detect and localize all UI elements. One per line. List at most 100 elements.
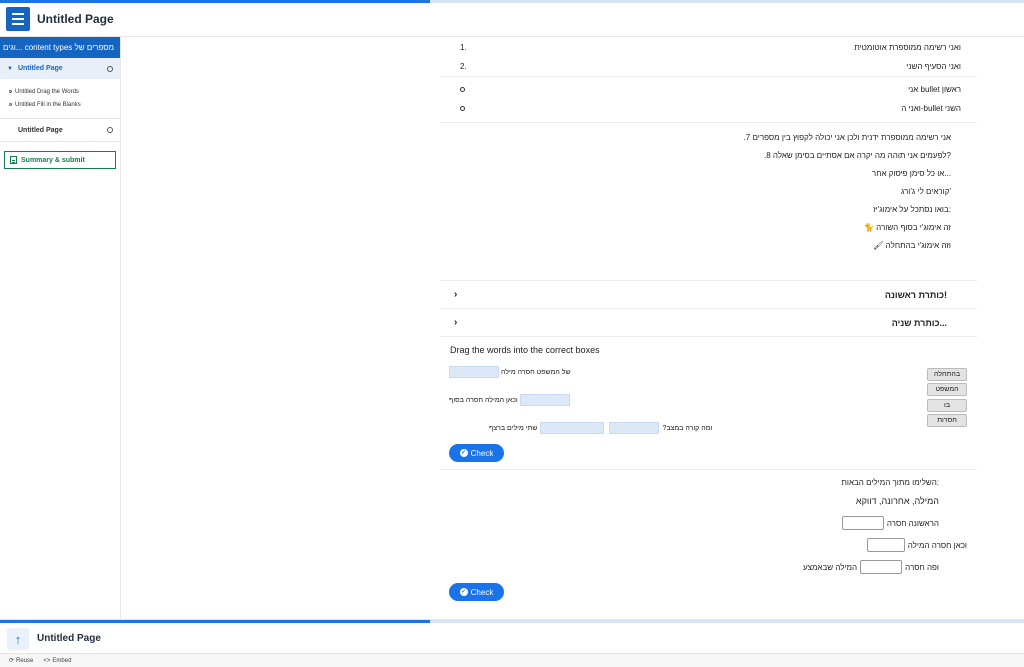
chevron-left-icon: ‹ [454,317,458,328]
blank-input[interactable] [866,538,905,552]
sidebar-item-page-1[interactable]: ▼ Untitled Page [0,58,120,79]
sidebar-subitem-label: Untitled Drag the Words [15,88,79,95]
embed-label: Embed [52,657,72,664]
arrow-up-icon: ↑ [14,631,22,647]
sentence-text: הראשונה חסרה [886,518,939,528]
text-line: אני רשימה ממוספרת ידנית ולכן אני יכולה ל… [743,133,951,142]
cat-emoji-icon: 🐈 [863,223,874,232]
reuse-label: Reuse [16,657,34,664]
sentence-text: המילה שבאמצע [802,562,858,572]
sidebar-subitems: Untitled Drag the Words Untitled Fill in… [0,79,120,111]
check-button[interactable]: ✓ Check [449,583,504,601]
summary-label: Summary & submit [21,156,85,164]
text-line: ?לפעמים אני תוהה מה יקרה אם אסתיים בסימן… [764,151,951,160]
top-progress-fill [0,0,431,3]
sidebar: מספרים של content types ...וגים ▼ Untitle… [0,37,121,619]
status-circle-icon [107,127,113,133]
sentence-text: וכאן המילה חסרה בסוף [449,396,518,404]
dot-icon [9,103,12,106]
list-item-number: 2. [460,62,467,71]
check-label: Check [470,587,494,597]
reuse-link[interactable]: ⟳ Reuse [9,657,34,665]
text-line-label: וזה אימוג'י בהתחלה [885,241,951,250]
fib-instruction: :השלימו מתוך המילים הבאות [841,478,939,487]
drop-zone[interactable] [539,422,604,434]
summary-submit-button[interactable]: Summary & submit [4,151,116,169]
text-line-label: זה אימוג'י בסוף השורה [876,223,951,232]
accordion-title: ...כותרת שניה [891,317,947,328]
bullet-ring-icon [460,106,465,111]
draggable-word[interactable]: בהתחלה [927,368,967,381]
sentence-text: ופה חסרה [905,562,939,572]
main-content: ואני רשימה ממוספרת אוטומטית 1. ואני הסעי… [121,37,1024,619]
bottom-bar: ↑ Untitled Page [0,619,1024,653]
sentence-text: שתי מילים ברצף [489,424,538,432]
sidebar-header: מספרים של content types ...וגים [0,37,120,58]
bottom-progress-fill [0,620,431,623]
scroll-up-button[interactable]: ↑ [7,628,29,650]
text-line: 'קוראים לי ג'ורג [901,187,951,196]
sidebar-subitem-fill-blanks[interactable]: Untitled Fill in the Blanks [9,98,112,111]
list-item-number: 1. [460,43,467,52]
status-circle-icon [107,65,113,72]
dnd-sentence-2: וכאן המילה חסרה בסוף [449,394,570,406]
check-icon: ✓ [459,449,468,457]
check-label: Check [470,448,494,458]
fib-sentence-3: ופה חסרה המילה שבאמצע [803,560,939,574]
dnd-sentence-3: שתי מילים ברצף ?ומה קורה במצב [489,422,712,434]
accordion-header-2[interactable]: ...כותרת שניה ‹ [440,308,977,336]
bullet-list-item: השני bullet-ואני ה [440,99,977,118]
accordion-header-1[interactable]: !כותרת ראשונה ‹ [440,280,977,308]
sidebar-item-label: Untitled Page [17,65,63,72]
drag-words-task: Drag the words into the correct boxes של… [440,336,977,469]
accordion-title: !כותרת ראשונה [884,289,947,300]
top-bar: Untitled Page [0,0,1024,37]
menu-button[interactable] [6,7,30,31]
blank-input[interactable] [860,560,903,574]
draggable-word[interactable]: המשפט [927,383,967,396]
page-title: Untitled Page [37,12,114,26]
fib-word-bank: המילה, אחרונה, דווקא [856,496,939,506]
app-root: Untitled Page מספרים של content types ..… [0,0,1024,667]
refresh-icon: ⟳ [9,658,15,664]
task-title: Drag the words into the correct boxes [450,345,600,355]
embed-link[interactable]: <> Embed [43,658,71,664]
chevron-left-icon: ‹ [454,289,458,300]
drop-zone[interactable] [449,366,499,378]
ordered-list-item: ואני הסעיף השני 2. [440,57,977,76]
blank-input[interactable] [841,516,884,530]
drop-zone[interactable] [608,422,659,434]
text-line-emoji-start: וזה אימוג'י בהתחלה 🖌 [440,240,951,258]
sentence-text: וכאן חסרה המילה [907,540,967,550]
list-item-text: ואני רשימה ממוספרת אוטומטית [854,43,961,52]
check-button[interactable]: ✓ Check [449,444,504,462]
sidebar-item-label: Untitled Page [18,126,63,134]
text-block: אני רשימה ממוספרת ידנית ולכן אני יכולה ל… [440,123,977,258]
text-line: :בואו נסתכל על אימוג'יז [873,205,951,214]
word-bank-text: המילה, אחרונה, דווקא [855,496,939,506]
draggable-word[interactable]: חסרות [927,414,967,427]
list-item-text: ראשון bullet אני [908,85,961,94]
fill-blanks-task: :השלימו מתוך המילים הבאות המילה, אחרונה,… [440,469,977,609]
content-column: ואני רשימה ממוספרת אוטומטית 1. ואני הסעי… [440,37,977,609]
code-icon: <> [43,657,51,664]
fib-sentence-2: וכאן חסרה המילה [866,538,967,552]
text-line: ...או כל סימן פיסוק אחר [871,169,951,178]
bottom-progress-bar [0,620,1024,623]
dnd-sentence-1: של המשפט חסרה מילה [449,366,571,378]
drop-zone[interactable] [519,394,570,406]
ordered-list-item: ואני רשימה ממוספרת אוטומטית 1. [440,38,977,57]
fib-sentence-1: הראשונה חסרה [841,516,939,530]
document-icon [10,156,17,164]
bullet-ring-icon [460,87,465,92]
sentence-text: ?ומה קורה במצב [662,424,713,432]
bullet-list-item: ראשון bullet אני [440,80,977,99]
sidebar-item-page-2[interactable]: Untitled Page [0,118,120,142]
sidebar-subitem-drag-words[interactable]: Untitled Drag the Words [9,85,112,98]
footer: ⟳ Reuse <> Embed [0,653,1024,667]
list-item-text: השני bullet-ואני ה [901,104,961,113]
instruction-text: :השלימו מתוך המילים הבאות [841,478,939,487]
draggable-word[interactable]: בו [927,399,967,412]
text-line-emoji-end: זה אימוג'י בסוף השורה 🐈 [440,222,951,240]
